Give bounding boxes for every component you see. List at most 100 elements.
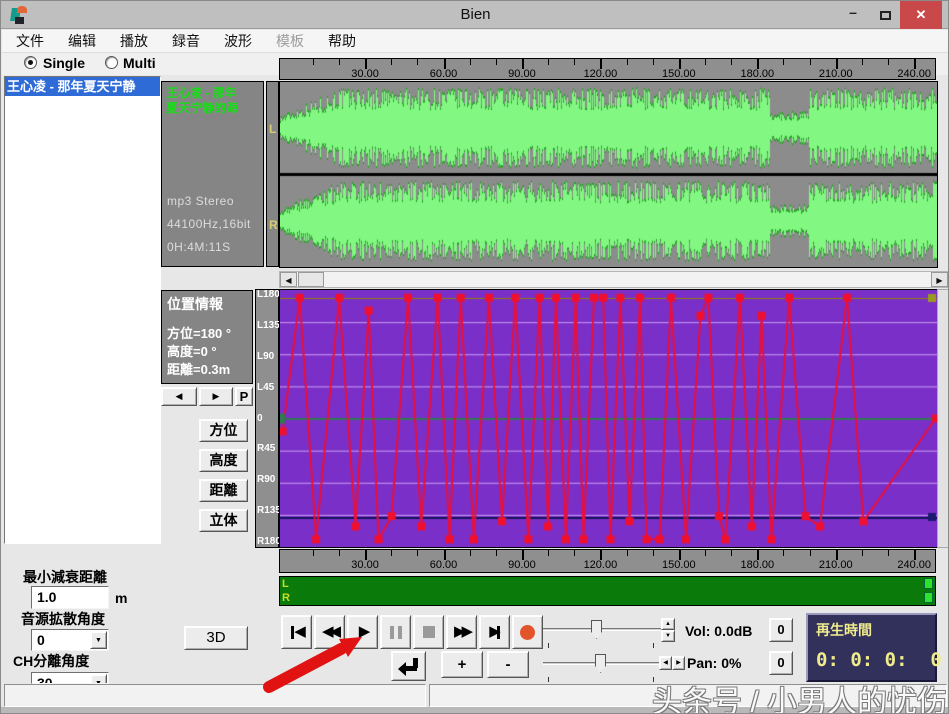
volume-readout: Vol: 0.0dB xyxy=(685,623,752,639)
track-format: mp3 Stereo xyxy=(167,194,234,208)
ch-sep-label: CH分離角度 xyxy=(13,651,89,671)
pan-automation-chart[interactable] xyxy=(279,289,938,548)
azimuth-value: 方位=180 ° xyxy=(167,323,231,342)
multi-radio[interactable] xyxy=(105,56,118,69)
skip-end-button[interactable]: ▶ xyxy=(479,615,510,649)
height-button[interactable]: 高度 xyxy=(199,449,248,472)
close-button[interactable]: ✕ xyxy=(900,1,942,29)
volume-slider[interactable] xyxy=(543,619,661,641)
spinner-up-icon[interactable]: ▲ xyxy=(661,618,675,630)
min-atten-input[interactable]: 1.0 xyxy=(31,586,109,609)
menu-edit[interactable]: 编辑 xyxy=(68,31,96,51)
prev-button[interactable]: ◀ xyxy=(161,387,197,406)
ch-sep-select[interactable]: 30 ▼ xyxy=(31,672,109,684)
playback-time-title: 再生時間 xyxy=(816,620,872,640)
pan-readout: Pan: 0% xyxy=(687,655,741,671)
record-button[interactable] xyxy=(512,615,543,649)
pan-slider-thumb[interactable] xyxy=(595,654,606,673)
fast-forward-icon: ▶▶ xyxy=(454,623,469,640)
menu-help[interactable]: 帮助 xyxy=(328,31,356,51)
scroll-right-icon[interactable]: ▶ xyxy=(931,272,948,287)
pause-button xyxy=(380,615,411,649)
stereo-button[interactable]: 立体 xyxy=(199,509,248,532)
pan-nudge[interactable]: ◀ ▶ xyxy=(659,656,685,670)
single-radio[interactable] xyxy=(24,56,37,69)
menu-file[interactable]: 文件 xyxy=(16,31,44,51)
loop-icon xyxy=(397,656,421,676)
skip-end-icon: ▶ xyxy=(489,623,497,640)
volume-slider-thumb[interactable] xyxy=(591,620,602,639)
next-button[interactable]: ▶ xyxy=(199,387,233,406)
multi-label: Multi xyxy=(123,55,156,71)
position-title: 位置情報 xyxy=(167,294,223,314)
playback-time-value: 0: 0: 0: 0 xyxy=(816,649,942,671)
distance-button[interactable]: 距離 xyxy=(199,479,248,502)
volume-reset-button[interactable]: 0 xyxy=(769,618,793,642)
diffusion-label: 音源拡散角度 xyxy=(21,609,105,629)
volume-spinner[interactable]: ▲ ▼ xyxy=(661,618,675,643)
vu-right-level xyxy=(924,592,933,603)
pause-icon xyxy=(390,626,394,639)
playlist-item[interactable]: 王心凌 - 那年夏天宁静 xyxy=(5,77,160,96)
vu-right-label: R xyxy=(282,592,290,604)
menu-waveform[interactable]: 波形 xyxy=(224,31,252,51)
track-sample: 44100Hz,16bit xyxy=(167,217,251,231)
channel-strip: L R xyxy=(266,81,279,267)
play-button[interactable]: ▶ xyxy=(347,615,378,649)
stop-icon xyxy=(423,626,435,638)
stop-button xyxy=(413,615,444,649)
vu-left-level xyxy=(924,578,933,589)
rewind-button[interactable]: ◀◀ xyxy=(314,615,345,649)
scrollbar-thumb[interactable] xyxy=(298,272,324,287)
skip-start-icon: ◀ xyxy=(294,623,302,640)
menu-play[interactable]: 播放 xyxy=(120,31,148,51)
menu-record[interactable]: 録音 xyxy=(172,31,200,51)
fast-forward-button[interactable]: ▶▶ xyxy=(446,615,477,649)
threed-button[interactable]: 3D xyxy=(184,626,248,650)
rewind-icon: ◀◀ xyxy=(322,623,337,640)
skip-start-button[interactable]: ◀ xyxy=(281,615,312,649)
zoom-out-button[interactable]: - xyxy=(487,651,529,678)
pan-slider[interactable] xyxy=(543,653,661,675)
chevron-down-icon[interactable]: ▼ xyxy=(90,674,107,684)
menu-template: 模板 xyxy=(276,31,304,51)
zoom-in-button[interactable]: + xyxy=(441,651,483,678)
spinner-down-icon[interactable]: ▼ xyxy=(661,630,675,642)
status-bar-left xyxy=(4,684,426,707)
p-button[interactable]: P xyxy=(235,387,253,406)
scroll-left-icon[interactable]: ◀ xyxy=(280,272,297,287)
loop-button[interactable] xyxy=(391,651,426,681)
distance-value: 距離=0.3m xyxy=(167,359,230,378)
playback-time-panel: 再生時間 0: 0: 0: 0 xyxy=(806,613,937,682)
vu-left-label: L xyxy=(282,578,289,590)
pan-reset-button[interactable]: 0 xyxy=(769,651,793,675)
track-duration: 0H:4M:11S xyxy=(167,240,231,254)
left-channel-label: L xyxy=(269,122,276,136)
chevron-down-icon[interactable]: ▼ xyxy=(90,631,107,649)
maximize-button[interactable] xyxy=(871,1,899,29)
min-atten-label: 最小減衰距離 xyxy=(23,567,107,587)
waveform-scrollbar[interactable]: ◀ ▶ xyxy=(279,271,949,288)
panner-vscrollbar[interactable] xyxy=(937,289,949,548)
timeline-ruler-top[interactable]: 30.0060.0090.00120.00150.00180.00210.002… xyxy=(279,58,936,80)
track-title: 王心凌 - 那年夏天宁静的海 xyxy=(166,86,238,116)
app-window: Bien – ✕ 文件 编辑 播放 録音 波形 模板 帮助 Single Mul… xyxy=(0,0,949,714)
pan-axis-labels: L180L135 L90L45 0R45 R90R135 R180 xyxy=(255,289,279,548)
single-label: Single xyxy=(43,55,85,71)
position-info-panel: 位置情報 方位=180 ° 高度=0 ° 距離=0.3m xyxy=(161,290,253,384)
pan-right-icon[interactable]: ▶ xyxy=(672,656,685,670)
title-bar[interactable]: Bien – ✕ xyxy=(1,1,949,29)
pan-left-icon[interactable]: ◀ xyxy=(659,656,672,670)
minimize-button[interactable]: – xyxy=(839,1,867,29)
menu-bar: 文件 编辑 播放 録音 波形 模板 帮助 xyxy=(2,30,948,53)
playlist[interactable]: 王心凌 - 那年夏天宁静 xyxy=(4,76,161,544)
timeline-ruler-bottom[interactable]: 30.0060.0090.00120.00150.00180.00210.002… xyxy=(279,549,936,573)
azimuth-button[interactable]: 方位 xyxy=(199,419,248,442)
right-channel-label: R xyxy=(269,218,278,232)
waveform-display[interactable] xyxy=(279,81,938,268)
watermark: 头条号 / 小男人的忧伤 xyxy=(652,677,947,714)
track-info-panel: 王心凌 - 那年夏天宁静的海 mp3 Stereo 44100Hz,16bit … xyxy=(161,81,264,267)
vu-meter: L R xyxy=(279,576,936,606)
min-atten-unit: m xyxy=(115,590,127,606)
diffusion-select[interactable]: 0 ▼ xyxy=(31,629,109,651)
